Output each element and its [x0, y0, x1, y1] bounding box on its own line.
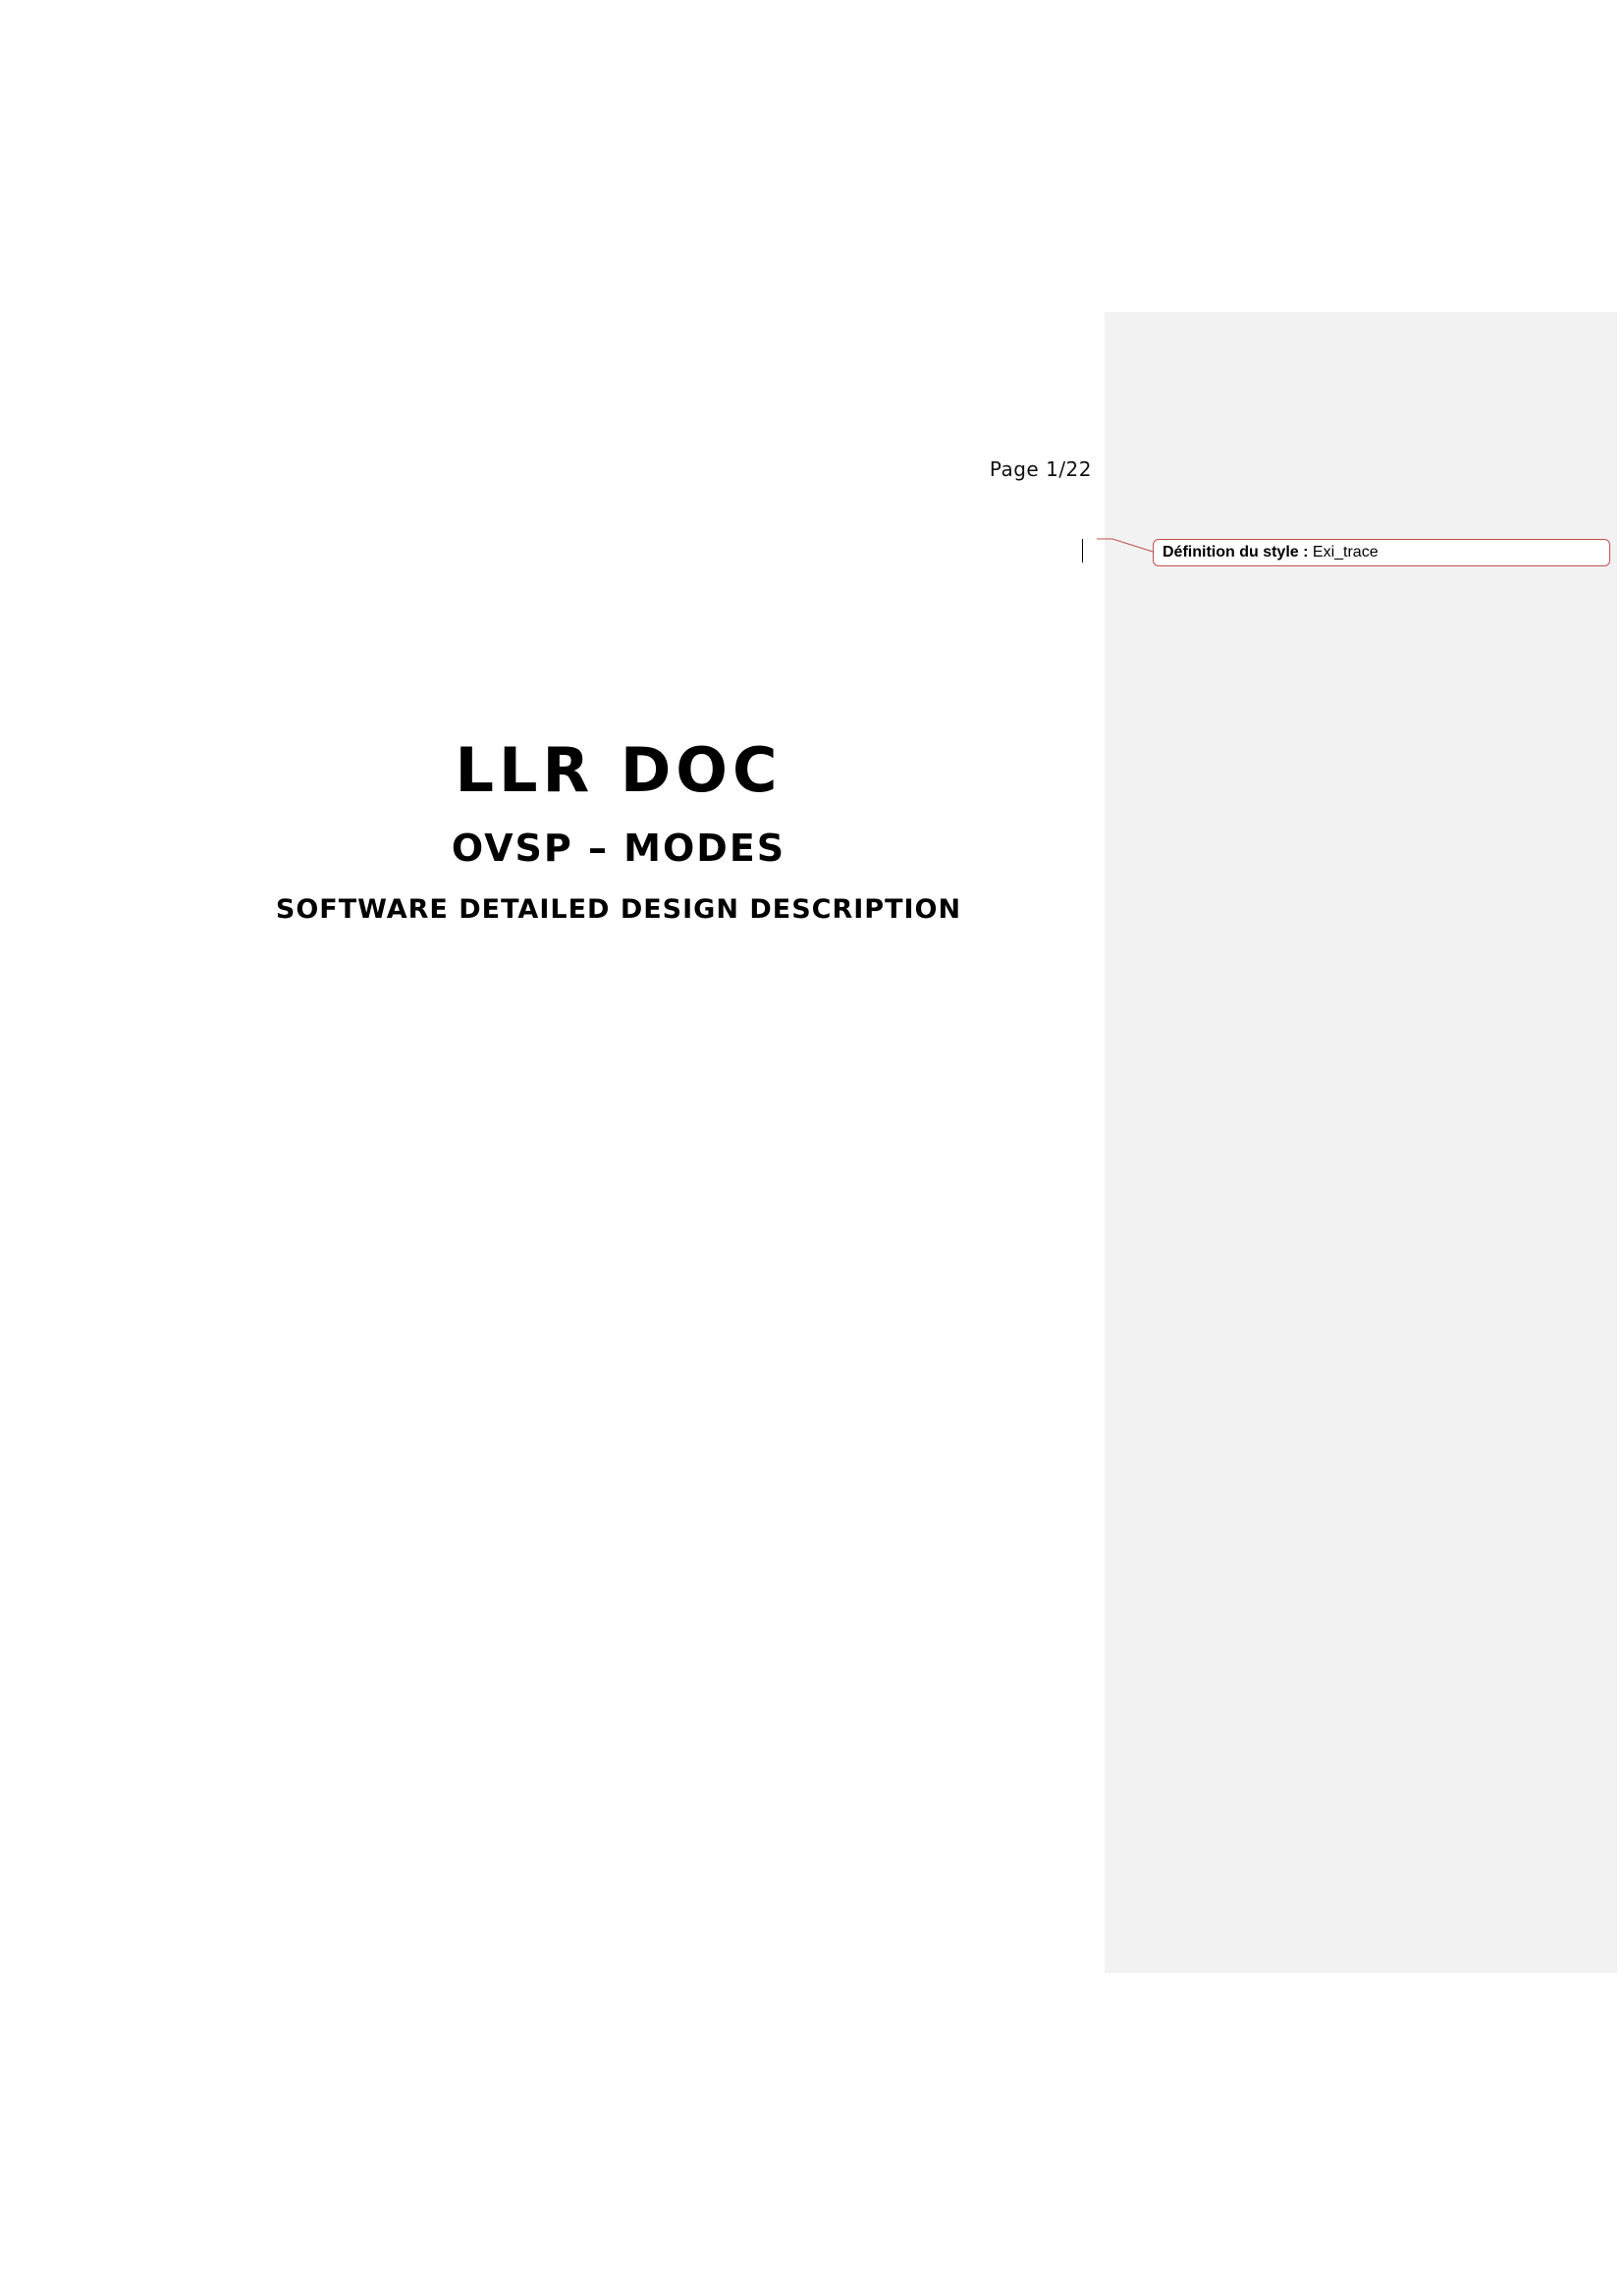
text-cursor [1082, 539, 1083, 562]
document-subtitle: OVSP – MODES [451, 827, 786, 870]
comment-balloon[interactable]: Définition du style : Exi_trace [1153, 539, 1610, 566]
comment-label: Définition du style : [1163, 544, 1309, 561]
comment-value: Exi_trace [1312, 544, 1379, 561]
document-description: SOFTWARE DETAILED DESIGN DESCRIPTION [275, 894, 962, 925]
page-number: Page 1/22 [989, 457, 1092, 481]
document-title: LLR DOC [455, 734, 783, 806]
